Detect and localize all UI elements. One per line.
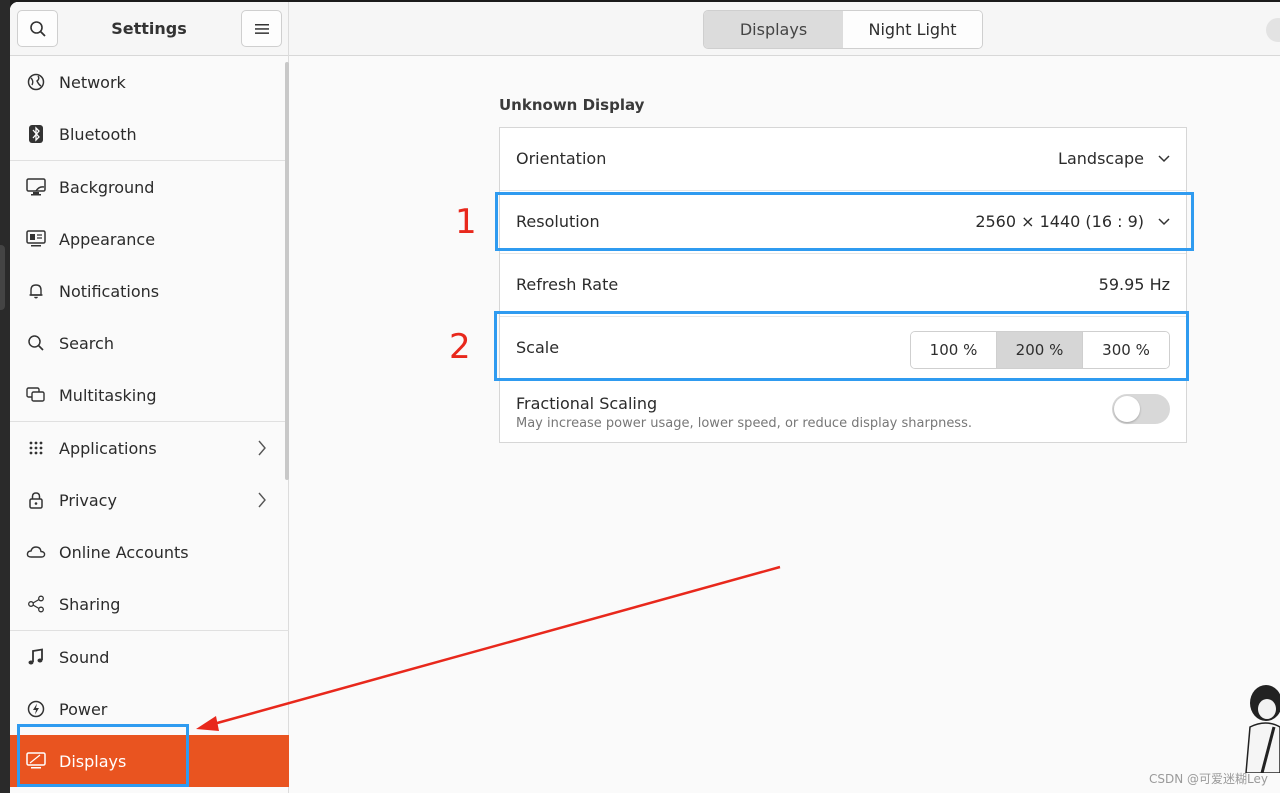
sidebar-item-label: Multitasking	[59, 385, 157, 405]
share-icon	[26, 594, 46, 614]
avatar-illustration	[1245, 685, 1280, 773]
hamburger-menu-icon	[254, 23, 269, 34]
sidebar-item-notifications[interactable]: Notifications	[10, 265, 289, 317]
chevron-right-icon	[257, 491, 267, 513]
search-icon	[26, 333, 46, 353]
fractional-scaling-description: May increase power usage, lower speed, o…	[516, 416, 972, 431]
sidebar: Settings Network Bluetooth Background Ap…	[10, 2, 289, 793]
orientation-value: Landscape	[1058, 149, 1144, 168]
sidebar-item-applications[interactable]: Applications	[10, 422, 289, 474]
orientation-row[interactable]: Orientation Landscape	[500, 128, 1186, 191]
bluetooth-icon	[26, 124, 46, 144]
display-section-title: Unknown Display	[499, 96, 645, 114]
sidebar-nav: Network Bluetooth Background Appearance …	[10, 56, 289, 787]
sidebar-item-label: Appearance	[59, 229, 156, 249]
fractional-scaling-row: Fractional Scaling May increase power us…	[500, 380, 1186, 442]
sidebar-item-label: Power	[59, 699, 108, 719]
lock-icon	[26, 490, 46, 510]
sidebar-header: Settings	[10, 2, 288, 56]
sidebar-item-appearance[interactable]: Appearance	[10, 213, 289, 265]
sidebar-item-sound[interactable]: Sound	[10, 631, 289, 683]
tab-night-light[interactable]: Night Light	[843, 11, 982, 48]
chevron-down-icon	[1158, 154, 1170, 162]
sidebar-item-label: Online Accounts	[59, 542, 189, 562]
grid-icon	[26, 438, 46, 458]
chevron-right-icon	[257, 439, 267, 461]
globe-icon	[26, 72, 46, 92]
sidebar-item-bluetooth[interactable]: Bluetooth	[10, 108, 289, 160]
music-note-icon	[26, 647, 46, 667]
sidebar-item-label: Sound	[59, 647, 110, 667]
fractional-scaling-label: Fractional Scaling	[516, 394, 658, 413]
display-settings-panel: Orientation Landscape Resolution 2560 × …	[499, 127, 1187, 443]
multitasking-icon	[26, 385, 46, 405]
sidebar-item-label: Search	[59, 333, 114, 353]
sidebar-item-privacy[interactable]: Privacy	[10, 474, 289, 526]
background-icon	[26, 177, 46, 197]
settings-window: Settings Network Bluetooth Background Ap…	[10, 2, 1280, 793]
refresh-rate-value: 59.95 Hz	[1098, 275, 1170, 294]
cloud-icon	[26, 542, 46, 562]
minimize-button[interactable]	[1266, 18, 1280, 42]
power-icon	[26, 699, 46, 719]
displays-content: Unknown Display Orientation Landscape Re…	[289, 56, 1280, 793]
sidebar-item-background[interactable]: Background	[10, 161, 289, 213]
sidebar-item-label: Background	[59, 177, 155, 197]
appearance-icon	[26, 229, 46, 249]
refresh-rate-label: Refresh Rate	[516, 275, 619, 294]
menu-button[interactable]	[241, 10, 282, 47]
watermark: CSDN @可爱迷糊Ley	[1149, 772, 1268, 786]
sidebar-item-label: Sharing	[59, 594, 121, 614]
annotation-box-resolution	[495, 192, 1194, 251]
fractional-scaling-toggle[interactable]	[1112, 394, 1170, 424]
sidebar-item-label: Privacy	[59, 490, 117, 510]
bell-icon	[26, 281, 46, 301]
sidebar-item-online-accounts[interactable]: Online Accounts	[10, 526, 289, 578]
orientation-dropdown[interactable]: Landscape	[1058, 149, 1170, 168]
sidebar-item-network[interactable]: Network	[10, 56, 289, 108]
annotation-number-2: 2	[449, 327, 471, 367]
annotation-number-1: 1	[455, 202, 477, 242]
tab-displays[interactable]: Displays	[704, 11, 843, 48]
main-header: Displays Night Light	[289, 2, 1280, 56]
sidebar-item-sharing[interactable]: Sharing	[10, 578, 289, 630]
sidebar-item-label: Bluetooth	[59, 124, 137, 144]
orientation-label: Orientation	[516, 149, 607, 168]
desktop-edge	[0, 0, 10, 793]
tab-switcher: Displays Night Light	[703, 10, 983, 49]
sidebar-item-label: Notifications	[59, 281, 160, 301]
sidebar-item-label: Network	[59, 72, 126, 92]
sidebar-item-label: Applications	[59, 438, 157, 458]
sidebar-item-multitasking[interactable]: Multitasking	[10, 369, 289, 421]
toggle-knob	[1114, 396, 1140, 422]
refresh-rate-row: Refresh Rate 59.95 Hz	[500, 254, 1186, 317]
sidebar-item-search[interactable]: Search	[10, 317, 289, 369]
annotation-box-displays	[17, 724, 189, 787]
annotation-box-scale	[494, 311, 1189, 381]
dock-edge	[0, 245, 5, 310]
